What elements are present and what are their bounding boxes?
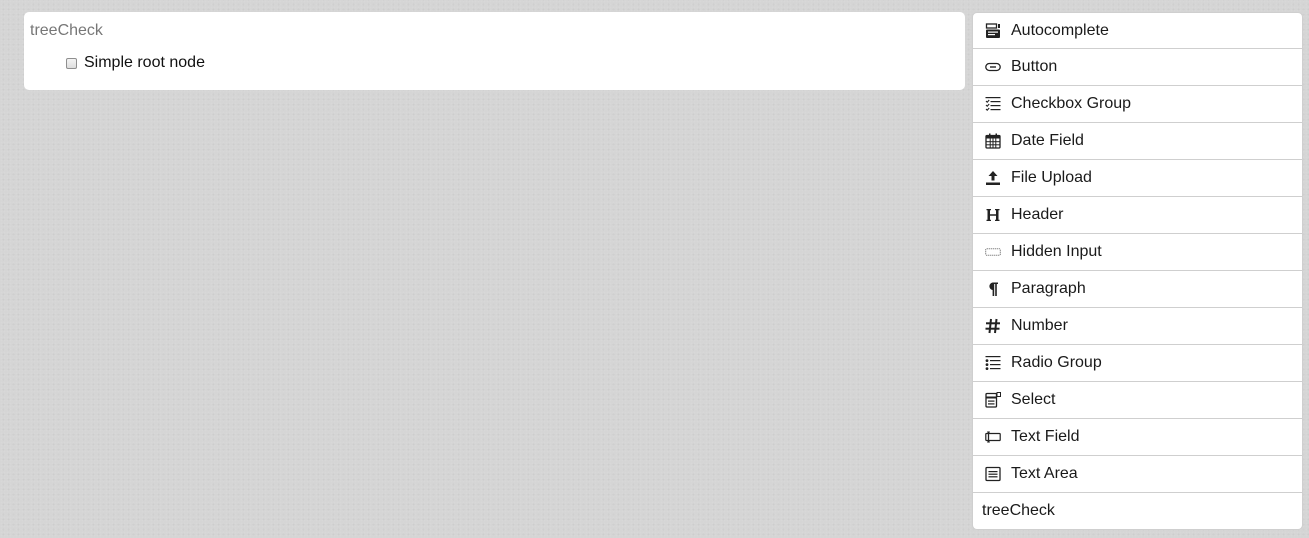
autocomplete-icon <box>984 22 1002 40</box>
paragraph-icon <box>984 280 1002 298</box>
control-label: Button <box>1011 58 1058 75</box>
control-label: Select <box>1011 391 1056 408</box>
control-label: Text Area <box>1011 465 1078 482</box>
control-label: treeCheck <box>982 502 1055 519</box>
control-palette: Autocomplete Button Checkbox Group Date … <box>972 12 1303 530</box>
checkbox-group-icon <box>984 95 1002 113</box>
control-label: Hidden Input <box>1011 243 1102 260</box>
control-header[interactable]: Header <box>972 197 1303 234</box>
control-date-field[interactable]: Date Field <box>972 123 1303 160</box>
form-stage: treeCheck Simple root node <box>24 12 965 90</box>
control-label: Date Field <box>1011 132 1084 149</box>
text-area-icon <box>984 465 1002 483</box>
control-text-field[interactable]: Text Field <box>972 419 1303 456</box>
control-checkbox-group[interactable]: Checkbox Group <box>972 86 1303 123</box>
control-file-upload[interactable]: File Upload <box>972 160 1303 197</box>
upload-icon <box>984 169 1002 187</box>
control-label: File Upload <box>1011 169 1092 186</box>
tree-node-label: Simple root node <box>84 54 205 71</box>
text-field-icon <box>984 428 1002 446</box>
radio-group-icon <box>984 354 1002 372</box>
control-radio-group[interactable]: Radio Group <box>972 345 1303 382</box>
field-label: treeCheck <box>30 22 103 39</box>
hash-icon <box>984 317 1002 335</box>
control-paragraph[interactable]: Paragraph <box>972 271 1303 308</box>
control-hidden-input[interactable]: Hidden Input <box>972 234 1303 271</box>
select-icon <box>984 391 1002 409</box>
header-icon <box>984 206 1002 224</box>
control-label: Checkbox Group <box>1011 95 1132 112</box>
control-label: Paragraph <box>1011 280 1086 297</box>
control-button[interactable]: Button <box>972 49 1303 86</box>
button-icon <box>984 58 1002 76</box>
control-text-area[interactable]: Text Area <box>972 456 1303 493</box>
control-select[interactable]: Select <box>972 382 1303 419</box>
control-label: Header <box>1011 206 1064 223</box>
control-label: Autocomplete <box>1011 21 1109 39</box>
control-label: Number <box>1011 317 1068 334</box>
tree-node-checkbox[interactable] <box>66 57 77 69</box>
control-treecheck[interactable]: treeCheck <box>972 493 1303 530</box>
tree-node[interactable]: Simple root node <box>66 53 205 73</box>
control-autocomplete[interactable]: Autocomplete <box>972 12 1303 49</box>
hidden-input-icon <box>984 243 1002 261</box>
control-number[interactable]: Number <box>972 308 1303 345</box>
control-label: Radio Group <box>1011 354 1102 371</box>
control-label: Text Field <box>1011 428 1080 445</box>
calendar-icon <box>984 132 1002 150</box>
